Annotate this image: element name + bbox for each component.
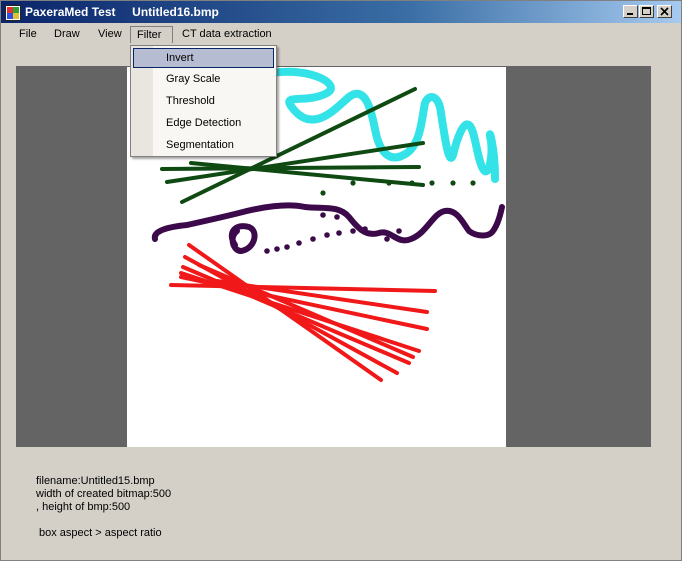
menu-ct-data-extraction[interactable]: CT data extraction xyxy=(176,26,278,43)
purple-loop xyxy=(228,223,258,255)
menu-file[interactable]: File xyxy=(13,26,43,43)
menu-item-segmentation[interactable]: Segmentation xyxy=(133,135,274,155)
maximize-button[interactable] xyxy=(639,5,654,18)
bitmap-height-label: , height of bmp:500 xyxy=(36,501,131,513)
close-button[interactable] xyxy=(657,5,672,18)
aspect-ratio-label: box aspect > aspect ratio xyxy=(39,527,162,539)
menu-filter[interactable]: Filter xyxy=(130,26,173,43)
bitmap-width-label: width of created bitmap:500 xyxy=(36,488,172,500)
minimize-icon xyxy=(627,13,633,15)
menu-bar: File Draw View Filter CT data extraction xyxy=(1,23,681,45)
filter-dropdown-menu: Invert Gray Scale Threshold Edge Detecti… xyxy=(130,45,277,157)
menu-draw[interactable]: Draw xyxy=(48,26,86,43)
minimize-button[interactable] xyxy=(623,5,638,18)
menu-item-gray-scale[interactable]: Gray Scale xyxy=(133,69,274,89)
menu-item-edge-detection[interactable]: Edge Detection xyxy=(133,113,274,133)
title-bar[interactable]: PaxeraMed Test Untitled16.bmp xyxy=(1,1,681,23)
maximize-icon xyxy=(642,7,651,15)
close-icon xyxy=(660,7,669,16)
menu-item-threshold[interactable]: Threshold xyxy=(133,91,274,111)
menu-view[interactable]: View xyxy=(92,26,128,43)
red-lines xyxy=(169,243,437,382)
window-title: PaxeraMed Test Untitled16.bmp xyxy=(25,5,219,19)
menu-item-invert[interactable]: Invert xyxy=(133,48,274,68)
app-window: PaxeraMed Test Untitled16.bmp File Draw … xyxy=(0,0,682,561)
filename-label: filename:Untitled15.bmp xyxy=(36,475,155,487)
app-icon xyxy=(5,5,21,21)
